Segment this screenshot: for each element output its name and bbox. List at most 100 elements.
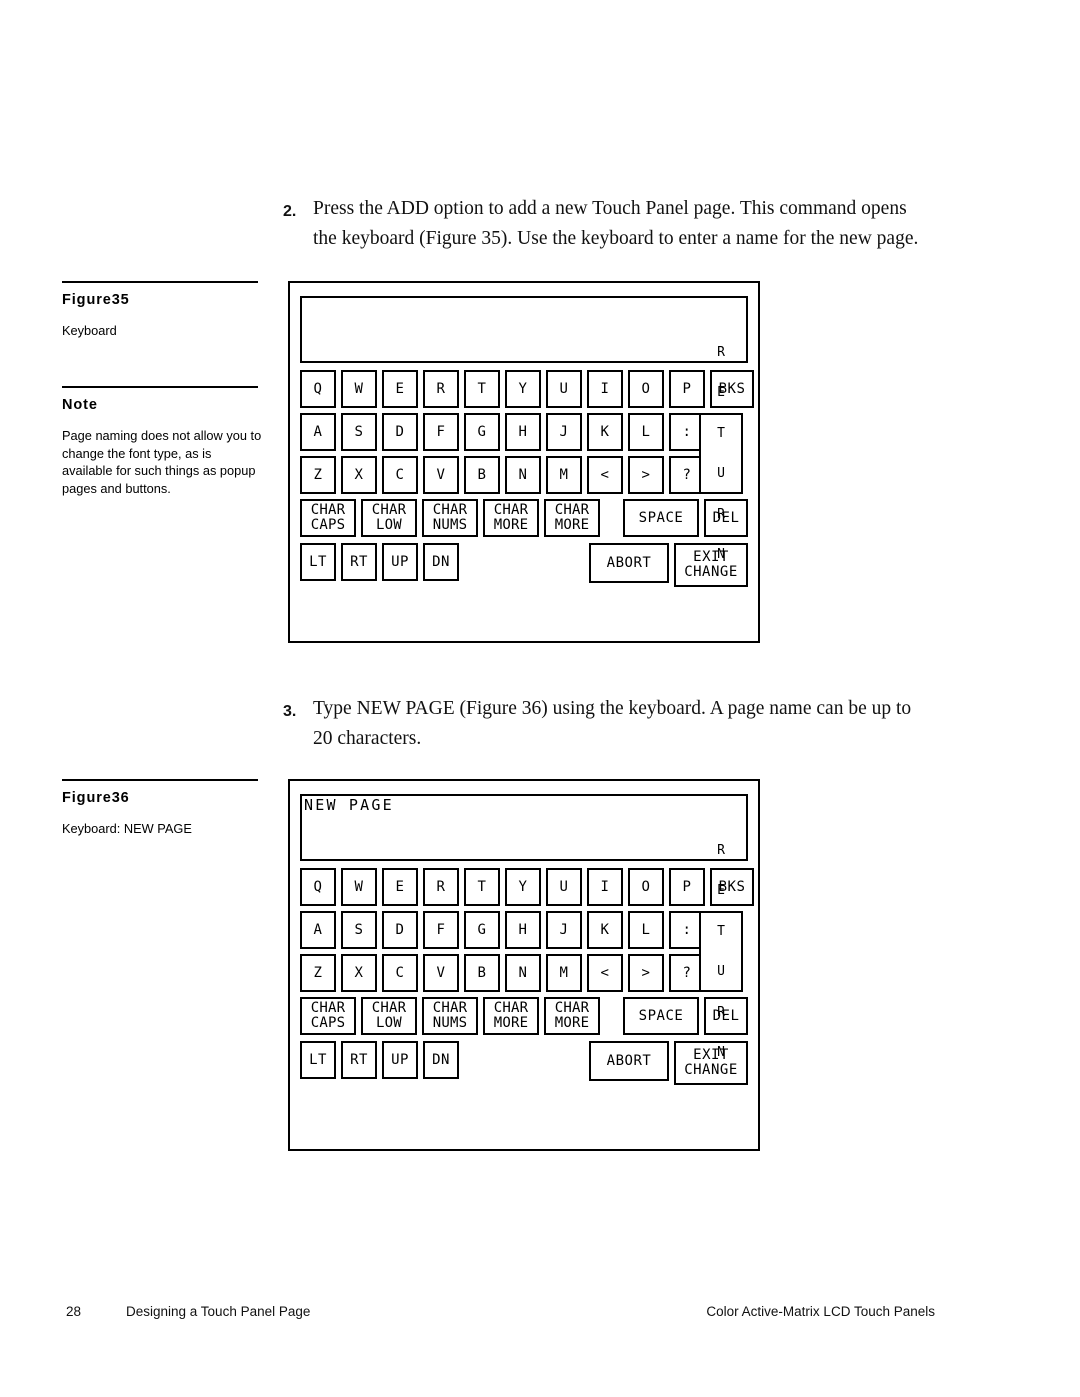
keyboard-display-new-page[interactable]: NEW PAGE [300,794,748,861]
caption-divider [62,779,258,781]
key-char-low[interactable]: CHAR LOW [361,499,417,537]
key-l[interactable]: L [628,911,664,949]
key-n[interactable]: N [505,456,541,494]
key-x[interactable]: X [341,456,377,494]
key-j[interactable]: J [546,911,582,949]
key-g[interactable]: G [464,413,500,451]
key-b[interactable]: B [464,456,500,494]
keyboard-display-text: NEW PAGE [304,796,394,814]
key-n[interactable]: N [505,954,541,992]
keyboard-row-nav: LT RT UP DN ABORT EXIT CHANGE [300,543,748,587]
key-u[interactable]: U [546,370,582,408]
key-m[interactable]: M [546,954,582,992]
key-space[interactable]: SPACE [623,997,699,1035]
key-char-more-2-line1: CHAR [554,999,590,1016]
key-x[interactable]: X [341,954,377,992]
key-r[interactable]: R [423,868,459,906]
key-char-more-2[interactable]: CHAR MORE [544,997,600,1035]
note-text: Page naming does not allow you to change… [62,428,262,496]
key-c[interactable]: C [382,456,418,494]
key-t[interactable]: T [464,370,500,408]
key-char-more-1-line2: MORE [493,1015,529,1031]
key-s[interactable]: S [341,911,377,949]
key-char-more-2-line1: CHAR [554,501,590,518]
key-w[interactable]: W [341,370,377,408]
key-h[interactable]: H [505,911,541,949]
keyboard-keys-36: Q W E R T Y U I O P BKS A S D F G H J K … [300,843,754,1085]
key-v[interactable]: V [423,456,459,494]
key-v[interactable]: V [423,954,459,992]
key-h[interactable]: H [505,413,541,451]
key-z[interactable]: Z [300,954,336,992]
key-b[interactable]: B [464,954,500,992]
key-a[interactable]: A [300,911,336,949]
key-a[interactable]: A [300,413,336,451]
key-greater-than[interactable]: > [628,954,664,992]
key-char-more-2[interactable]: CHAR MORE [544,499,600,537]
key-q[interactable]: Q [300,370,336,408]
note-divider [62,386,258,388]
key-i[interactable]: I [587,370,623,408]
key-return[interactable]: R E T U R N [699,843,743,1059]
key-q[interactable]: Q [300,868,336,906]
key-char-more-1[interactable]: CHAR MORE [483,499,539,537]
key-f[interactable]: F [423,413,459,451]
key-left[interactable]: LT [300,543,336,581]
keyboard-display-empty[interactable] [300,296,748,363]
key-up[interactable]: UP [382,1041,418,1079]
key-e[interactable]: E [382,868,418,906]
key-o[interactable]: O [628,868,664,906]
key-o[interactable]: O [628,370,664,408]
key-return-letter-2: E [717,385,725,400]
key-t[interactable]: T [464,868,500,906]
key-down[interactable]: DN [423,1041,459,1079]
key-char-nums[interactable]: CHAR NUMS [422,499,478,537]
key-s[interactable]: S [341,413,377,451]
key-abort[interactable]: ABORT [589,1041,669,1081]
key-right[interactable]: RT [341,1041,377,1079]
key-char-low-line1: CHAR [371,501,407,518]
key-d[interactable]: D [382,911,418,949]
key-char-caps[interactable]: CHAR CAPS [300,997,356,1035]
key-e[interactable]: E [382,370,418,408]
figure-35-caption: Keyboard [62,323,117,338]
key-down[interactable]: DN [423,543,459,581]
key-k[interactable]: K [587,413,623,451]
key-u[interactable]: U [546,868,582,906]
key-l[interactable]: L [628,413,664,451]
key-z[interactable]: Z [300,456,336,494]
key-char-low[interactable]: CHAR LOW [361,997,417,1035]
key-c[interactable]: C [382,954,418,992]
key-r[interactable]: R [423,370,459,408]
key-char-more-1[interactable]: CHAR MORE [483,997,539,1035]
key-less-than[interactable]: < [587,954,623,992]
keyboard-row-nav: LT RT UP DN ABORT EXIT CHANGE [300,1041,748,1085]
key-y[interactable]: Y [505,868,541,906]
key-greater-than[interactable]: > [628,456,664,494]
key-g[interactable]: G [464,911,500,949]
key-right[interactable]: RT [341,543,377,581]
key-k[interactable]: K [587,911,623,949]
key-char-caps-line2: CAPS [310,1015,346,1031]
key-char-nums-line2: NUMS [432,517,468,533]
key-return-letter-5: R [717,1004,725,1020]
key-return[interactable]: R E T U R N [699,345,743,561]
keyboard-row-3: Z X C V B N M < > ? [300,954,748,992]
key-j[interactable]: J [546,413,582,451]
key-abort[interactable]: ABORT [589,543,669,583]
note-title: Note [62,397,98,413]
key-space[interactable]: SPACE [623,499,699,537]
key-d[interactable]: D [382,413,418,451]
key-left[interactable]: LT [300,1041,336,1079]
key-i[interactable]: I [587,868,623,906]
key-f[interactable]: F [423,911,459,949]
key-y[interactable]: Y [505,370,541,408]
key-w[interactable]: W [341,868,377,906]
key-m[interactable]: M [546,456,582,494]
key-less-than[interactable]: < [587,456,623,494]
key-char-caps[interactable]: CHAR CAPS [300,499,356,537]
key-return-letter-1: R [717,842,725,858]
key-char-nums[interactable]: CHAR NUMS [422,997,478,1035]
key-up[interactable]: UP [382,543,418,581]
step-3-number: 3. [283,703,297,720]
